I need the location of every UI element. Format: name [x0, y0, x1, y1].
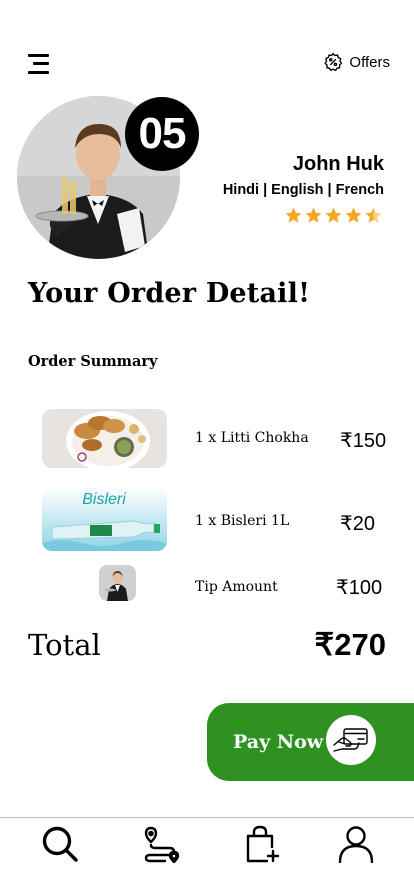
menu-icon	[28, 54, 49, 57]
pay-now-label: Pay Now	[233, 731, 324, 753]
discount-badge-icon	[324, 52, 343, 72]
tip-amount-price: ₹100	[336, 577, 383, 599]
rating-stars	[284, 206, 383, 225]
waiter-name: John Huk	[292, 153, 384, 175]
offers-button[interactable]: Offers	[323, 52, 390, 72]
pay-now-button[interactable]: Pay Now	[207, 703, 414, 781]
total-label: Total	[28, 628, 101, 662]
offers-label: Offers	[349, 53, 390, 71]
shopping-bag-icon	[246, 825, 280, 863]
nav-cart[interactable]	[243, 825, 281, 863]
nav-profile[interactable]	[337, 825, 375, 863]
nav-search[interactable]	[41, 825, 79, 863]
svg-text:Bisleri: Bisleri	[82, 491, 126, 508]
nav-route[interactable]	[143, 825, 181, 863]
tip-amount-label: Tip Amount	[195, 579, 278, 595]
waiter-number-badge: 05	[125, 97, 199, 171]
route-icon	[144, 826, 180, 863]
tip-waiter-image	[99, 565, 136, 601]
star-icon	[325, 207, 342, 223]
order-item-price: ₹20	[340, 513, 375, 535]
search-icon	[42, 826, 78, 862]
profile-icon	[338, 826, 374, 863]
total-value: ₹270	[314, 627, 386, 662]
bisleri-image: Bisleri	[42, 487, 167, 551]
star-icon	[285, 207, 302, 223]
waiter-languages: Hindi | English | French	[222, 182, 384, 198]
litti-chokha-image	[42, 409, 167, 468]
card-payment-icon	[326, 715, 376, 765]
star-icon	[365, 207, 382, 223]
star-icon	[345, 207, 362, 223]
order-summary-title: Order Summary	[28, 353, 158, 370]
menu-button[interactable]	[28, 54, 50, 76]
page-title: Your Order Detail!	[28, 278, 311, 309]
star-icon	[305, 207, 322, 223]
order-item-price: ₹150	[340, 430, 387, 452]
order-item-name: 1 x Bisleri 1L	[195, 513, 290, 529]
bottom-navigation	[0, 817, 414, 896]
order-item-name: 1 x Litti Chokha	[195, 430, 309, 446]
